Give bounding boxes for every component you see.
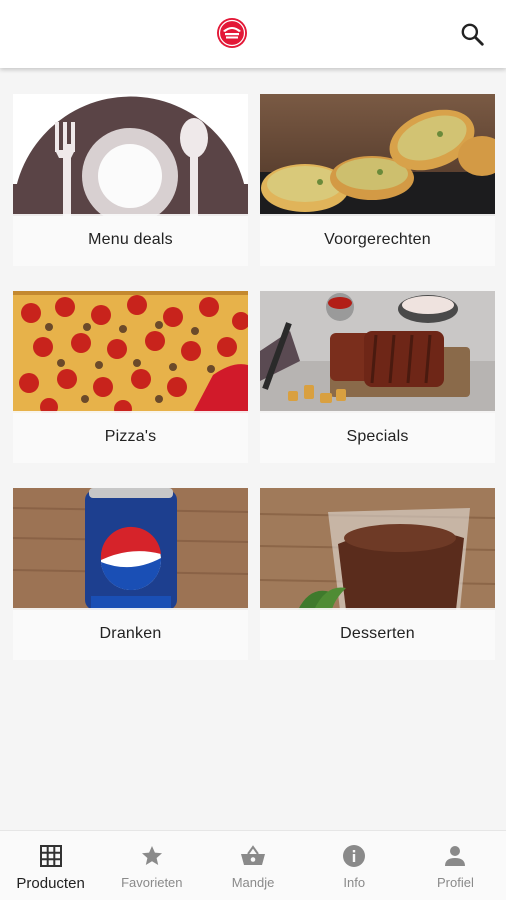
nav-label: Producten: [16, 875, 85, 892]
star-icon: [139, 843, 165, 869]
nav-label: Profiel: [436, 875, 474, 890]
pizza-hut-logo-icon: [216, 17, 248, 49]
category-label: Dranken: [13, 608, 248, 660]
app-screen: Menu deals Voorgerechten Pizza's Special…: [0, 0, 506, 900]
category-tile-voorgerechten[interactable]: Voorgerechten: [260, 94, 495, 266]
category-tile-desserten[interactable]: Desserten: [260, 488, 495, 660]
category-label: Pizza's: [13, 411, 248, 463]
menu-deals-image: [13, 94, 248, 216]
info-icon: [341, 843, 367, 869]
category-tile-specials[interactable]: Specials: [260, 291, 495, 463]
nav-item-info[interactable]: Info: [304, 831, 405, 900]
category-label: Desserten: [260, 608, 495, 660]
voorgerechten-image: [260, 94, 495, 216]
search-button[interactable]: [456, 18, 488, 50]
nav-label: Mandje: [231, 875, 275, 890]
category-label: Voorgerechten: [260, 214, 495, 266]
category-tile-menu-deals[interactable]: Menu deals: [13, 94, 248, 266]
nav-item-profiel[interactable]: Profiel: [405, 831, 506, 900]
person-icon: [442, 843, 468, 869]
search-icon: [461, 23, 484, 46]
bottom-navigation: Producten Favorieten Mandje Info Profiel: [0, 830, 506, 900]
category-label: Specials: [260, 411, 495, 463]
pizzas-image: [13, 291, 248, 413]
dranken-image: [13, 488, 248, 610]
specials-image: [260, 291, 495, 413]
grid-icon: [38, 843, 64, 869]
nav-item-producten[interactable]: Producten: [0, 831, 101, 900]
nav-item-mandje[interactable]: Mandje: [202, 831, 303, 900]
basket-icon: [240, 843, 266, 869]
top-app-bar: [0, 0, 506, 68]
category-tile-dranken[interactable]: Dranken: [13, 488, 248, 660]
nav-label: Info: [343, 875, 366, 890]
category-label: Menu deals: [13, 214, 248, 266]
desserten-image: [260, 488, 495, 610]
nav-item-favorieten[interactable]: Favorieten: [101, 831, 202, 900]
category-tile-pizzas[interactable]: Pizza's: [13, 291, 248, 463]
nav-label: Favorieten: [121, 875, 183, 890]
